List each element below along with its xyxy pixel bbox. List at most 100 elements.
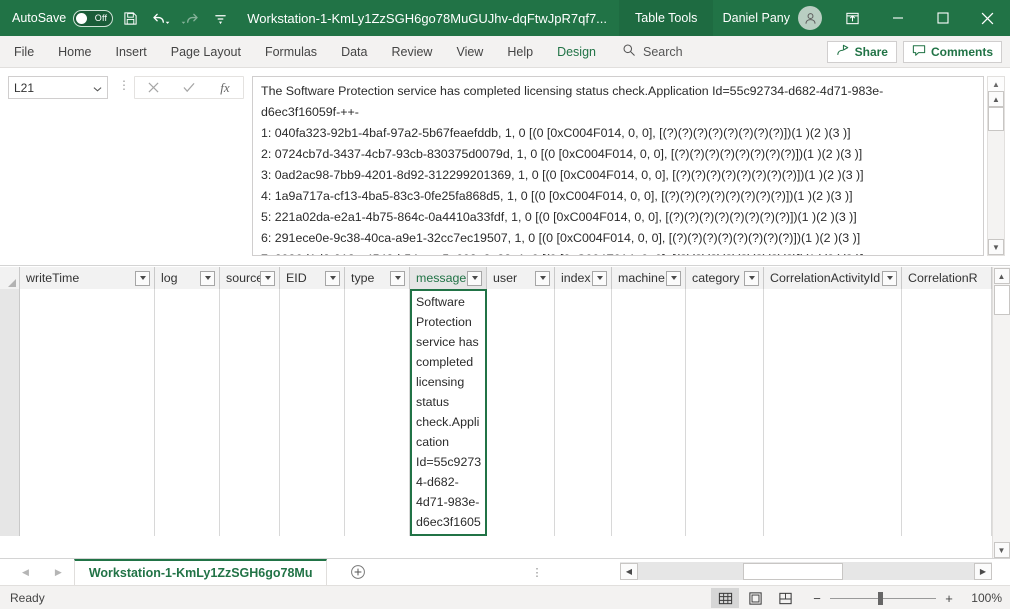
zoom-in-button[interactable]: + (943, 591, 955, 606)
redo-icon[interactable] (175, 3, 205, 33)
column-header-correlationr[interactable]: CorrelationR (902, 267, 992, 289)
grid-scrollbar-thumb[interactable] (993, 285, 1010, 315)
formula-input[interactable]: The Software Protection service has comp… (252, 76, 984, 256)
column-header-category[interactable]: category (686, 267, 764, 289)
formula-bar-collapse-icon[interactable]: ▲ (988, 77, 1004, 91)
contextual-tab-table-tools[interactable]: Table Tools (619, 0, 714, 36)
filter-dropdown-icon[interactable] (666, 270, 681, 286)
tab-review[interactable]: Review (379, 36, 444, 68)
cell-user[interactable] (487, 289, 555, 536)
cell-type[interactable] (345, 289, 410, 536)
tab-home[interactable]: Home (46, 36, 103, 68)
grid-vertical-scrollbar[interactable]: ▲ ▼ (992, 267, 1010, 558)
filter-dropdown-icon[interactable] (325, 270, 340, 286)
cell-message-active[interactable]: Software Protection service has complete… (410, 289, 487, 536)
close-icon[interactable] (965, 0, 1010, 36)
grid-scroll-up-button[interactable]: ▲ (993, 268, 1010, 284)
filter-dropdown-icon[interactable] (135, 270, 150, 286)
column-header-user[interactable]: user (487, 267, 555, 289)
tab-file[interactable]: File (0, 36, 46, 68)
tab-page-layout[interactable]: Page Layout (159, 36, 253, 68)
select-all-corner[interactable] (0, 267, 20, 289)
column-header-message[interactable]: message (410, 267, 487, 289)
formula-bar-scrollbar[interactable]: ▲ ▲ ▼ (987, 76, 1005, 256)
filter-dropdown-icon[interactable] (592, 270, 607, 286)
cell-correlationr[interactable] (902, 289, 992, 536)
autosave-switch[interactable]: Off (73, 9, 114, 27)
column-header-writetime[interactable]: writeTime (20, 267, 155, 289)
tab-view[interactable]: View (444, 36, 495, 68)
autosave-toggle[interactable]: AutoSave Off (10, 9, 115, 27)
minimize-icon[interactable] (875, 0, 920, 36)
filter-dropdown-icon[interactable] (535, 270, 550, 286)
enter-icon[interactable] (171, 77, 207, 98)
search-input[interactable]: Search (622, 43, 683, 60)
filter-dropdown-icon[interactable] (200, 270, 215, 286)
cell-writetime[interactable] (20, 289, 155, 536)
column-label: index (561, 271, 591, 285)
horizontal-scrollbar[interactable]: ◀ ▶ (620, 562, 992, 580)
scroll-right-icon[interactable]: ▶ (974, 562, 992, 580)
cell-correlationactivityid[interactable] (764, 289, 902, 536)
formula-line: 6: 291ece0e-9c38-40ca-a9e1-32cc7ec19507,… (261, 231, 861, 245)
cell-index[interactable] (555, 289, 612, 536)
tab-formulas[interactable]: Formulas (253, 36, 329, 68)
name-box[interactable]: L21 (8, 76, 108, 99)
filter-dropdown-icon[interactable] (260, 270, 275, 286)
undo-icon[interactable] (145, 3, 175, 33)
previous-sheet-icon[interactable]: ◀ (22, 567, 29, 578)
scroll-down-button[interactable]: ▼ (988, 239, 1004, 255)
cancel-icon[interactable] (135, 77, 171, 98)
avatar[interactable] (798, 6, 822, 30)
tab-insert[interactable]: Insert (104, 36, 159, 68)
zoom-slider-thumb[interactable] (878, 591, 883, 605)
chevron-down-icon[interactable] (93, 81, 102, 95)
formula-line: 2: 0724cb7d-3437-4cb7-93cb-830375d0079d,… (261, 147, 863, 161)
insert-function-icon[interactable]: fx (207, 77, 243, 98)
column-header-eid[interactable]: EID (280, 267, 345, 289)
column-header-type[interactable]: type (345, 267, 410, 289)
filter-dropdown-icon[interactable] (390, 270, 405, 286)
column-header-machine[interactable]: machine (612, 267, 686, 289)
tab-design[interactable]: Design (545, 36, 608, 68)
share-button[interactable]: Share (826, 41, 897, 63)
add-sheet-icon[interactable] (345, 559, 371, 585)
customize-quick-access-icon[interactable] (205, 3, 235, 33)
column-header-index[interactable]: index (555, 267, 612, 289)
sheet-tab-split-handle[interactable]: ⋮ (531, 566, 542, 579)
grid-view-icon[interactable] (711, 588, 739, 608)
cell-source[interactable] (220, 289, 280, 536)
horizontal-scrollbar-thumb[interactable] (743, 562, 843, 580)
page-layout-icon[interactable] (741, 588, 769, 608)
tab-data[interactable]: Data (329, 36, 379, 68)
account-area[interactable]: Daniel Pany (723, 6, 822, 30)
cell-eid[interactable] (280, 289, 345, 536)
scrollbar-track[interactable] (988, 131, 1004, 239)
ribbon-display-options-icon[interactable] (830, 0, 875, 36)
cell-category[interactable] (686, 289, 764, 536)
grid-scroll-down-button[interactable]: ▼ (993, 542, 1010, 558)
sheet-tab-active[interactable]: Workstation-1-KmLy1ZzSGH6go78Mu (73, 559, 328, 585)
filter-dropdown-icon[interactable] (467, 270, 482, 286)
cell-machine[interactable] (612, 289, 686, 536)
zoom-out-button[interactable]: − (811, 591, 823, 606)
next-sheet-icon[interactable]: ▶ (55, 567, 62, 578)
comments-button[interactable]: Comments (902, 41, 1002, 63)
row-header-strip[interactable] (0, 289, 20, 536)
column-header-correlationactivityid[interactable]: CorrelationActivityId (764, 267, 902, 289)
page-break-icon[interactable] (771, 588, 799, 608)
cell-log[interactable] (155, 289, 220, 536)
column-header-source[interactable]: source (220, 267, 280, 289)
zoom-slider[interactable] (830, 591, 936, 605)
scrollbar-thumb[interactable] (988, 107, 1004, 131)
column-header-log[interactable]: log (155, 267, 220, 289)
tab-help[interactable]: Help (495, 36, 545, 68)
filter-dropdown-icon[interactable] (744, 270, 759, 286)
save-icon[interactable] (115, 3, 145, 33)
maximize-icon[interactable] (920, 0, 965, 36)
scroll-left-icon[interactable]: ◀ (620, 562, 638, 580)
scroll-up-button[interactable]: ▲ (988, 91, 1004, 107)
zoom-value[interactable]: 100% (966, 591, 1002, 605)
horizontal-scrollbar-track[interactable] (638, 562, 974, 580)
filter-dropdown-icon[interactable] (882, 270, 897, 286)
